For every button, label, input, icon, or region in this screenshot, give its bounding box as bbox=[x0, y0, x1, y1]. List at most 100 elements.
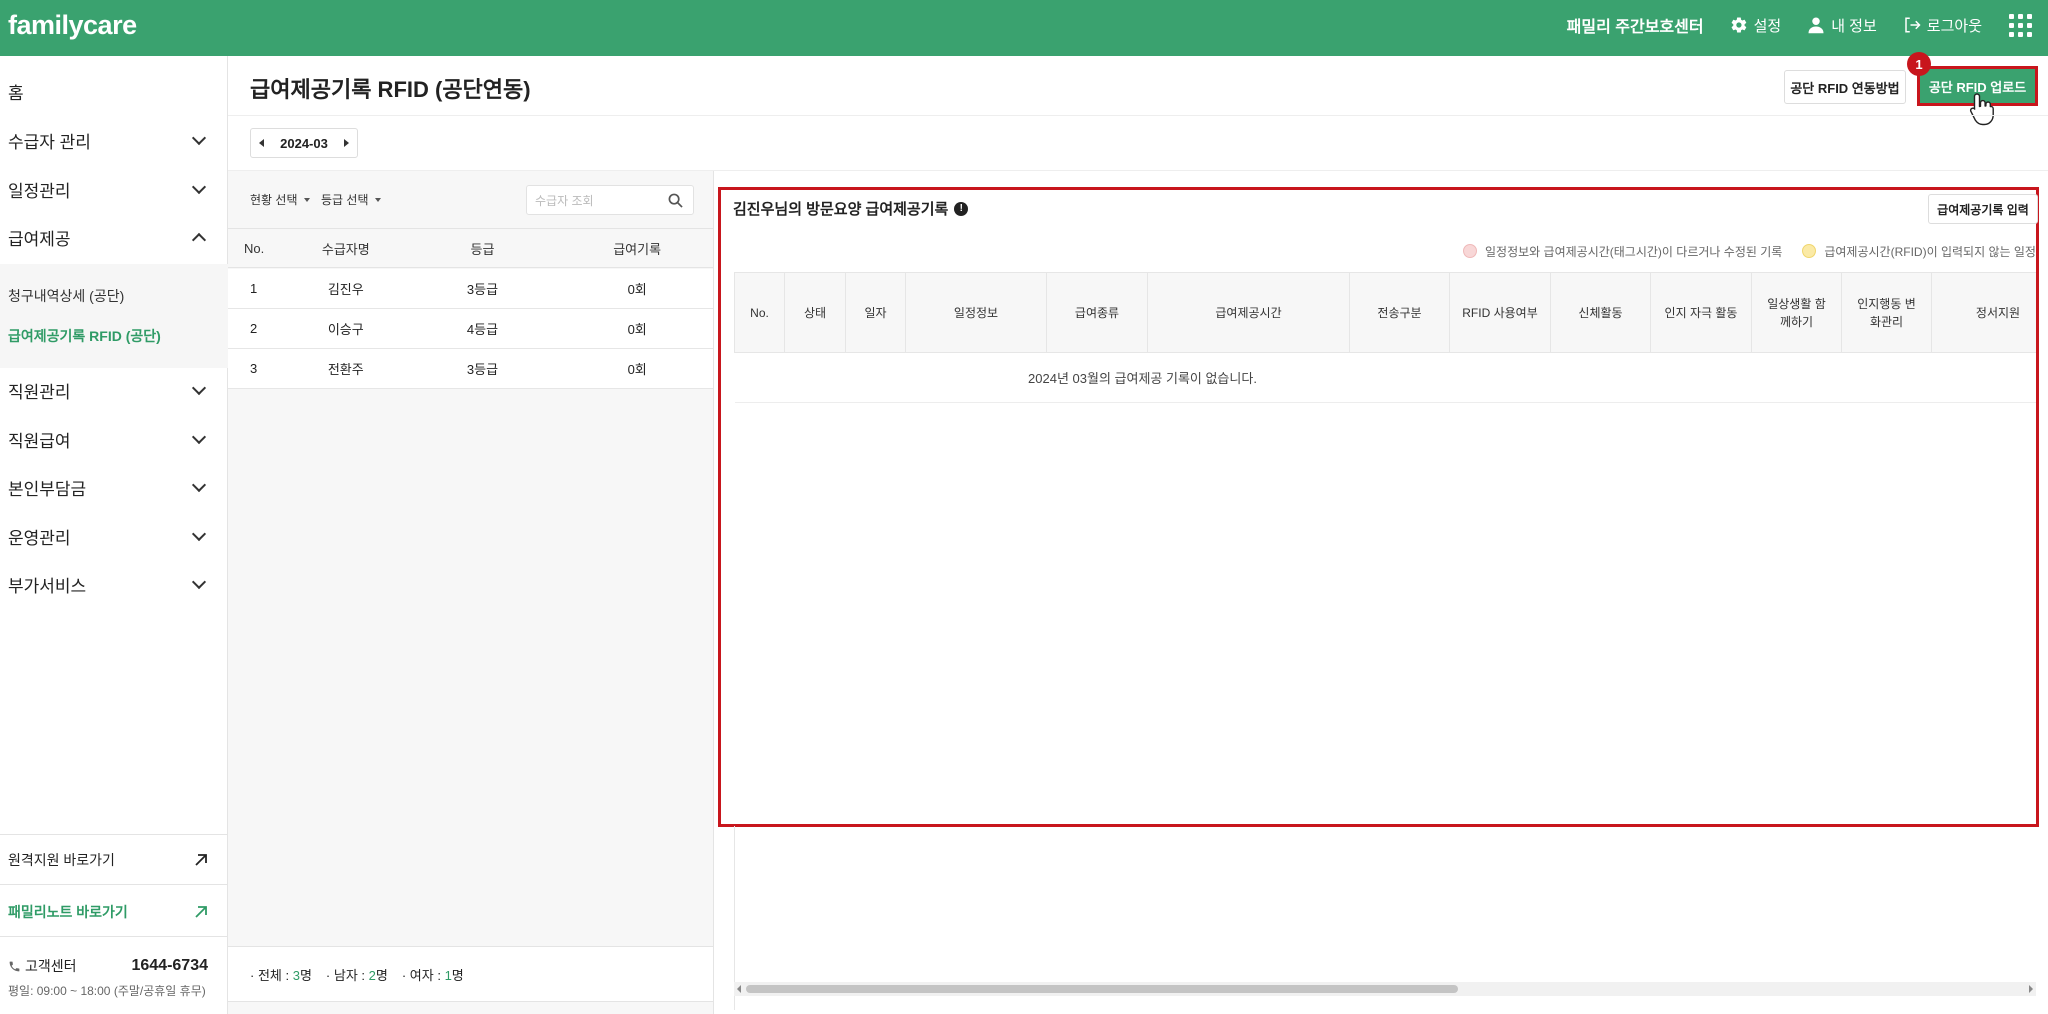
customer-center-label: 고객센터 bbox=[25, 958, 77, 974]
sidebar-item-addons[interactable]: 부가서비스 bbox=[0, 564, 228, 604]
customer-center: 고객센터 1644-6734 bbox=[8, 956, 208, 976]
arrow-up-right-icon bbox=[195, 854, 207, 866]
summary-label: · 전체 : bbox=[250, 967, 290, 983]
sidebar: 홈 수급자 관리 일정관리 급여제공 청구내역상세 (공단) 급여제공기록 RF… bbox=[0, 56, 228, 1014]
page-title: 급여제공기록 RFID (공단연동) bbox=[250, 77, 531, 102]
sidebar-item-staff[interactable]: 직원관리 bbox=[0, 370, 228, 410]
column-header: RFID 사용여부 bbox=[1449, 272, 1551, 353]
sidebar-item-label: 직원급여 bbox=[8, 431, 71, 451]
divider bbox=[0, 884, 228, 885]
row-name: 김진우 bbox=[327, 282, 364, 297]
column-header: 일상생활 함께하기 bbox=[1751, 272, 1842, 353]
grade-filter[interactable]: 등급 선택 bbox=[321, 191, 381, 208]
scroll-left-icon[interactable] bbox=[737, 985, 741, 993]
month-picker[interactable]: 2024-03 bbox=[250, 128, 358, 158]
search-input[interactable] bbox=[535, 192, 655, 210]
divider bbox=[0, 936, 228, 937]
column-header: 신체활동 bbox=[1550, 272, 1651, 353]
summary-male: · 남자 : 2명 bbox=[326, 965, 388, 984]
top-right-menu: 패밀리 주간보호센터 설정 내 정보 로그아웃 bbox=[1567, 0, 2048, 50]
scroll-right-icon[interactable] bbox=[2029, 985, 2033, 993]
legend-label: 일정정보와 급여제공시간(태그시간)이 다르거나 수정된 기록 bbox=[1485, 244, 1783, 259]
sidebar-item-home[interactable]: 홈 bbox=[0, 71, 228, 111]
info-icon[interactable]: ! bbox=[954, 201, 969, 216]
summary-female: · 여자 : 1명 bbox=[402, 965, 464, 984]
sidebar-subitem-rfid[interactable]: 급여제공기록 RFID (공단) bbox=[8, 326, 161, 346]
sidebar-item-benefits[interactable]: 급여제공 bbox=[0, 217, 228, 257]
record-legend: 일정정보와 급여제공시간(태그시간)이 다르거나 수정된 기록 급여제공시간(R… bbox=[1463, 241, 2036, 261]
customer-center-hours: 평일: 09:00 ~ 18:00 (주말/공휴일 휴무) bbox=[8, 984, 206, 998]
prev-month-icon[interactable] bbox=[259, 139, 264, 147]
sidebar-item-label: 운영관리 bbox=[8, 528, 71, 548]
row-record: 0회 bbox=[627, 322, 647, 337]
column-header: 정서지원 bbox=[1931, 272, 2036, 353]
logout-link[interactable]: 로그아웃 bbox=[1903, 15, 1982, 36]
sidebar-item-copay[interactable]: 본인부담금 bbox=[0, 467, 228, 507]
table-header-row: No. 상태 일자 일정정보 급여종류 급여제공시간 전송구분 RFID 사용여… bbox=[734, 272, 2036, 353]
rfid-guide-button[interactable]: 공단 RFID 연동방법 bbox=[1784, 70, 1906, 104]
summary-value: 2 bbox=[368, 967, 376, 983]
column-header: 급여종류 bbox=[1046, 272, 1148, 353]
sidebar-item-recipients[interactable]: 수급자 관리 bbox=[0, 120, 228, 160]
remote-support-link[interactable]: 원격지원 바로가기 bbox=[8, 850, 208, 870]
list-item[interactable]: 3 전환주 3등급 0회 bbox=[228, 349, 713, 389]
chevron-down-icon bbox=[191, 429, 207, 444]
divider bbox=[228, 115, 2048, 116]
logout-icon bbox=[1905, 17, 1921, 33]
status-filter-label: 현황 선택 bbox=[250, 193, 298, 207]
legend-dot-missing-rfid bbox=[1802, 244, 1817, 258]
center-name: 패밀리 주간보호센터 bbox=[1566, 19, 1704, 36]
status-filter[interactable]: 현황 선택 bbox=[250, 191, 310, 208]
scroll-thumb[interactable] bbox=[746, 985, 1458, 993]
empty-cell bbox=[1550, 352, 2036, 403]
sidebar-item-payroll[interactable]: 직원급여 bbox=[0, 419, 228, 459]
summary-unit: 명 bbox=[375, 967, 388, 983]
next-month-icon[interactable] bbox=[344, 139, 349, 147]
horizontal-scrollbar[interactable] bbox=[734, 982, 2036, 996]
caret-down-icon bbox=[303, 197, 310, 202]
chevron-down-icon bbox=[191, 477, 207, 492]
customer-center-label-wrap: 고객센터 bbox=[8, 956, 77, 976]
column-header: 등급 bbox=[470, 241, 495, 257]
record-table-wrap: No. 상태 일자 일정정보 급여종류 급여제공시간 전송구분 RFID 사용여… bbox=[734, 272, 2036, 822]
list-item[interactable]: 1 김진우 3등급 0회 bbox=[228, 269, 713, 309]
table-row: 2024년 03월의 급여제공 기록이 없습니다. bbox=[734, 352, 2036, 403]
settings-link[interactable]: 설정 bbox=[1730, 15, 1781, 36]
my-info-link[interactable]: 내 정보 bbox=[1807, 15, 1877, 36]
family-note-link[interactable]: 패밀리노트 바로가기 bbox=[8, 902, 208, 922]
my-info-label: 내 정보 bbox=[1831, 17, 1877, 35]
user-icon bbox=[1808, 17, 1824, 34]
summary-total: · 전체 : 3명 bbox=[250, 965, 312, 984]
column-header: 상태 bbox=[784, 272, 846, 353]
row-record: 0회 bbox=[627, 282, 647, 297]
list-summary: · 전체 : 3명 · 남자 : 2명 · 여자 : 1명 bbox=[228, 946, 713, 1002]
sidebar-item-operations[interactable]: 운영관리 bbox=[0, 516, 228, 556]
search-icon[interactable] bbox=[668, 193, 683, 208]
sidebar-item-label: 본인부담금 bbox=[8, 479, 87, 499]
row-name: 전환주 bbox=[327, 362, 364, 377]
chevron-down-icon bbox=[191, 380, 207, 395]
caret-down-icon bbox=[374, 197, 381, 202]
record-title-text: 김진우님의 방문요양 급여제공기록 bbox=[733, 201, 949, 218]
list-header: No. 수급자명 등급 급여기록 bbox=[228, 228, 713, 268]
chevron-down-icon bbox=[191, 526, 207, 541]
phone-icon bbox=[9, 961, 20, 971]
gear-icon bbox=[1731, 17, 1746, 33]
month-value: 2024-03 bbox=[280, 135, 328, 151]
sidebar-subitem-claims[interactable]: 청구내역상세 (공단) bbox=[8, 286, 124, 306]
summary-unit: 명 bbox=[299, 967, 312, 983]
apps-grid-icon[interactable] bbox=[2008, 13, 2032, 37]
sidebar-item-label: 부가서비스 bbox=[8, 576, 87, 596]
sidebar-item-label: 수급자 관리 bbox=[8, 132, 91, 152]
row-name: 이승구 bbox=[327, 322, 364, 337]
record-title: 김진우님의 방문요양 급여제공기록 ! bbox=[733, 198, 969, 219]
list-item[interactable]: 2 이승구 4등급 0회 bbox=[228, 309, 713, 349]
row-no: 3 bbox=[250, 361, 258, 376]
app-logo[interactable]: familycare bbox=[8, 10, 137, 41]
record-input-button[interactable]: 급여제공기록 입력 bbox=[1928, 194, 2038, 224]
row-grade: 4등급 bbox=[466, 322, 499, 337]
column-header: No. bbox=[244, 240, 265, 256]
summary-label: · 여자 : bbox=[401, 967, 441, 983]
sidebar-item-schedule[interactable]: 일정관리 bbox=[0, 169, 228, 209]
column-header: 수급자명 bbox=[321, 241, 370, 257]
